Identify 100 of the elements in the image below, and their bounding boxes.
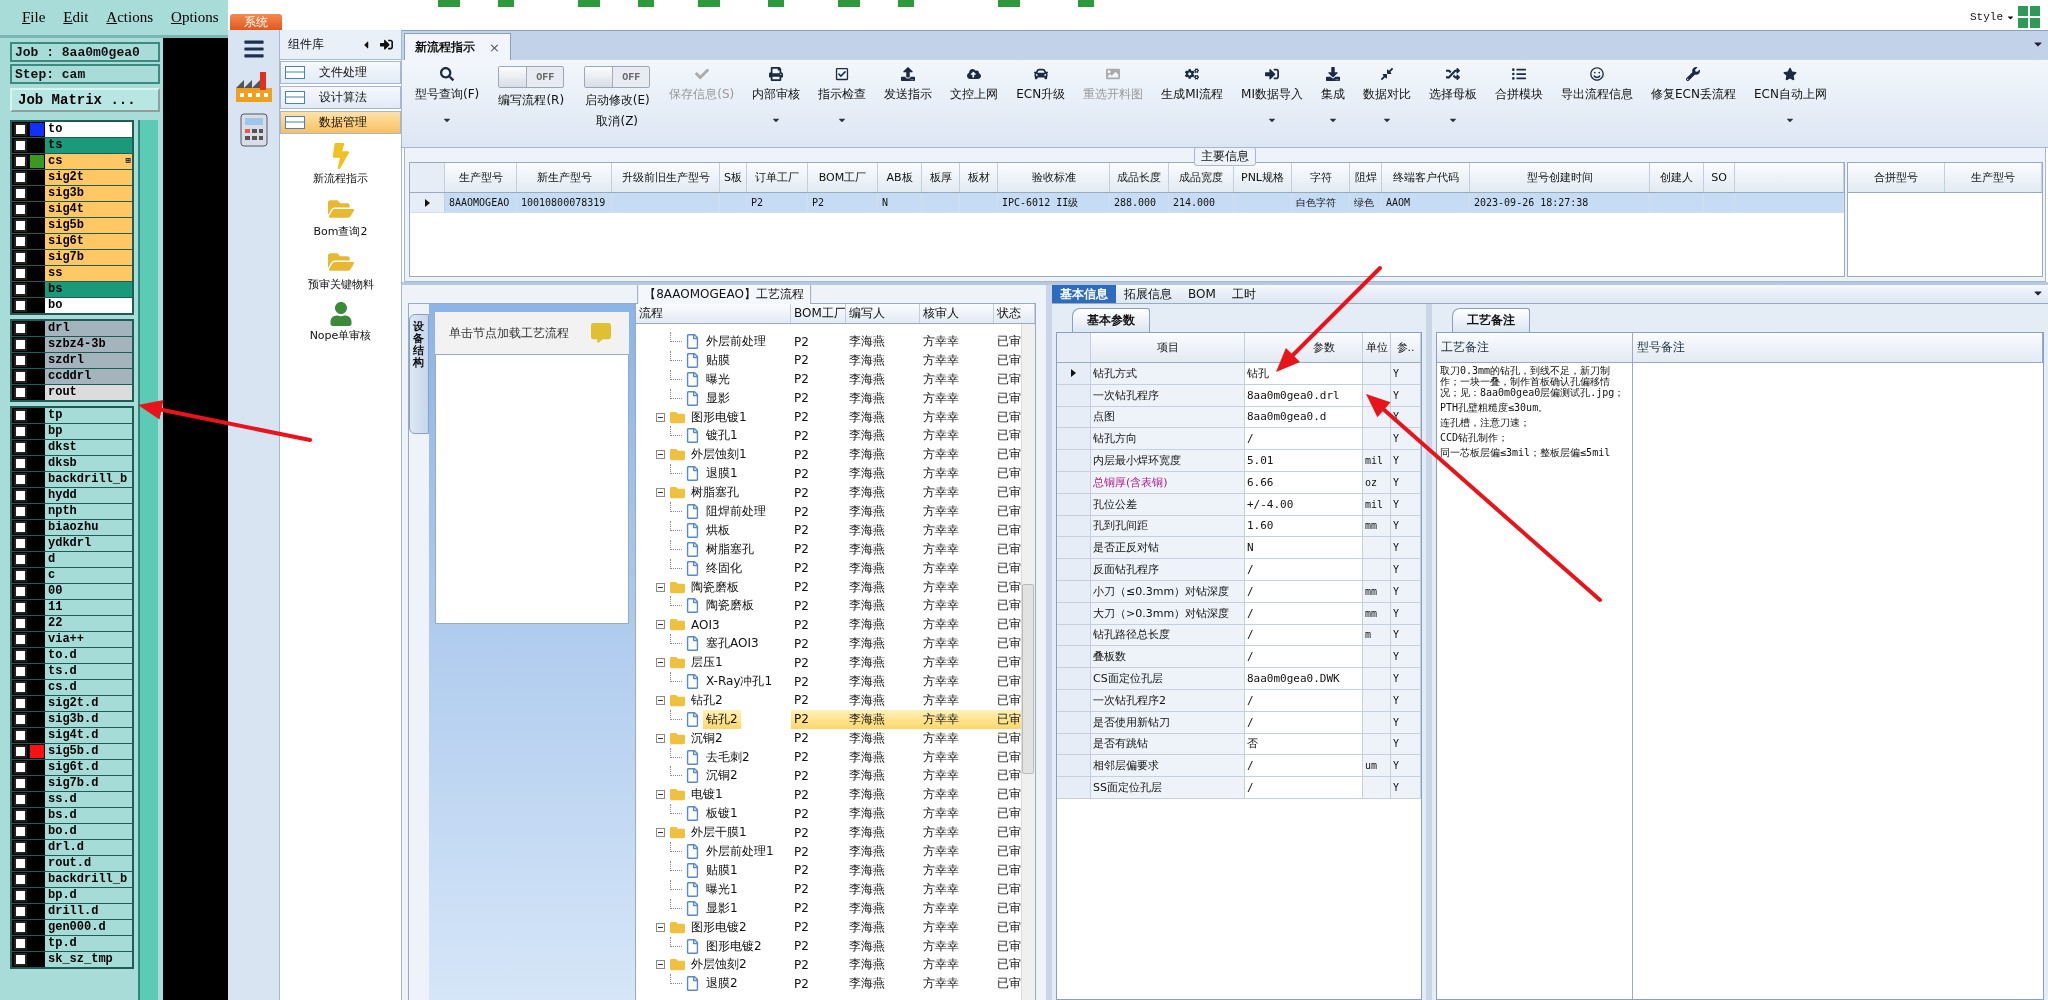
column-header[interactable]: 参.. [1391, 333, 1421, 362]
column-header[interactable]: 状态 [994, 304, 1035, 323]
layer-name[interactable]: to [45, 122, 132, 137]
menu-item[interactable]: Options [171, 9, 219, 26]
column-header[interactable]: S板 [720, 163, 747, 192]
column-header[interactable]: BOM工厂 [791, 304, 846, 323]
layer-name[interactable]: ts.d [45, 664, 132, 679]
toolbar-button[interactable]: 合拼模块 [1486, 66, 1552, 103]
tree-row[interactable]: 钻孔2 P2 李海燕 方幸幸 已审 [636, 709, 1021, 729]
layer-checkbox[interactable] [14, 825, 27, 838]
tree-row[interactable]: 外层前处理1 P2 李海燕 方幸幸 已审 [636, 842, 1021, 861]
column-header[interactable]: 型号备注 [1633, 333, 2043, 362]
tree-row[interactable]: 层压1 P2 李海燕 方幸幸 已审 [636, 653, 1021, 673]
layer-checkbox[interactable] [14, 921, 27, 934]
layer-name[interactable]: ss.d [45, 792, 132, 807]
column-header[interactable]: BOM工厂 [808, 163, 878, 192]
layer-checkbox[interactable] [14, 905, 27, 918]
layer-name[interactable]: sig3b.d [45, 712, 132, 727]
layer-name[interactable]: sig4t.d [45, 728, 132, 743]
column-header[interactable]: 型号创建时间 [1470, 163, 1650, 192]
row-header[interactable] [410, 193, 445, 212]
tree-row[interactable]: 图形电镀2 P2 李海燕 方幸幸 已审 [636, 917, 1021, 937]
layer-name[interactable]: cs ⊞ [45, 154, 132, 169]
expander-icon[interactable] [656, 488, 665, 498]
layer-name[interactable]: drl [45, 321, 132, 336]
column-header[interactable]: 生产型号 [1945, 163, 2042, 192]
row-header[interactable] [1057, 363, 1091, 384]
layer-name[interactable]: backdrill_b [45, 872, 132, 887]
layer-name[interactable]: sig6t [45, 234, 132, 249]
layer-checkbox[interactable] [14, 585, 27, 598]
layer-name[interactable]: tp.d [45, 936, 132, 951]
layer-checkbox[interactable] [14, 505, 27, 518]
layer-checkbox[interactable] [14, 617, 27, 630]
module-link[interactable]: Nope单审核 [309, 328, 372, 343]
menu-item[interactable]: Actions [106, 9, 154, 26]
layer-checkbox[interactable] [14, 841, 27, 854]
layer-checkbox[interactable] [14, 729, 27, 742]
layer-name[interactable]: cs.d [45, 680, 132, 695]
layer-name[interactable]: rout.d [45, 856, 132, 871]
style-menu[interactable]: Style [1970, 11, 2003, 23]
column-header[interactable]: 编写人 [846, 304, 920, 323]
layer-name[interactable]: ydkdrl [45, 536, 132, 551]
layer-checkbox[interactable] [14, 322, 27, 335]
document-tab[interactable]: 新流程指示 × [404, 33, 511, 60]
layer-name[interactable]: ss [45, 266, 132, 281]
table-row[interactable]: 8AAOMOGEAO 10010800078319 P2 P2 N IPC-6012 II级 288.000 214.000 白色字符 绿色 AAOM 2023-09-26 18:27:38 [410, 193, 1844, 213]
expander-icon[interactable] [656, 620, 665, 630]
layer-name[interactable]: npth [45, 504, 132, 519]
menu-item[interactable]: File [22, 9, 46, 26]
toolbar-button[interactable]: 导出流程信息 [1552, 66, 1642, 103]
layer-name[interactable]: sig4t [45, 202, 132, 217]
layer-name[interactable]: bs [45, 282, 132, 297]
layer-checkbox[interactable] [14, 857, 27, 870]
tree-row[interactable]: 图形电镀1 P2 李海燕 方幸幸 已审 [636, 407, 1021, 427]
layer-name[interactable]: sig2t.d [45, 696, 132, 711]
tree-row[interactable]: 退膜1 P2 李海燕 方幸幸 已审 [636, 464, 1021, 484]
column-header[interactable]: 核审人 [920, 304, 994, 323]
layer-checkbox[interactable] [14, 123, 27, 136]
column-header[interactable]: 板厚 [922, 163, 960, 192]
layer-checkbox[interactable] [14, 889, 27, 902]
expander-icon[interactable] [656, 790, 665, 800]
layer-checkbox[interactable] [14, 386, 27, 399]
detail-tab[interactable]: 拓展信息 [1116, 285, 1180, 303]
layer-checkbox[interactable] [14, 489, 27, 502]
scrollbar[interactable] [1021, 324, 1035, 1000]
layer-name[interactable]: to.d [45, 648, 132, 663]
layer-name[interactable]: rout [45, 385, 132, 400]
column-header[interactable]: 单位 [1363, 333, 1391, 362]
layer-checkbox[interactable] [14, 155, 27, 168]
column-header[interactable]: AB板 [878, 163, 922, 192]
layer-name[interactable]: d [45, 552, 132, 567]
pane-tab[interactable]: 工艺备注 [1452, 308, 1530, 332]
layer-checkbox[interactable] [14, 409, 27, 422]
layer-checkbox[interactable] [14, 354, 27, 367]
tree-row[interactable]: 去毛刺2 P2 李海燕 方幸幸 已审 [636, 747, 1021, 767]
layer-checkbox[interactable] [14, 521, 27, 534]
layer-name[interactable]: sig7b [45, 250, 132, 265]
layer-name[interactable]: c [45, 568, 132, 583]
tree-row[interactable]: 钻孔2 P2 李海燕 方幸幸 已审 [636, 690, 1021, 710]
category-item[interactable]: 数据管理 [280, 111, 401, 134]
category-item[interactable]: 文件处理 [280, 61, 401, 84]
tree-row[interactable]: 陶瓷磨板 P2 李海燕 方幸幸 已审 [636, 596, 1021, 616]
layer-name[interactable]: sig7b.d [45, 776, 132, 791]
column-header[interactable]: 工艺备注 [1437, 333, 1633, 362]
layer-name[interactable]: szbz4-3b [45, 337, 132, 352]
toolbar-button[interactable]: ECN自动上网 [1744, 66, 1836, 125]
column-header[interactable]: 项目 [1091, 333, 1245, 362]
toolbar-button[interactable]: 发送指示 [875, 66, 942, 103]
close-icon[interactable]: × [489, 39, 500, 55]
layer-checkbox[interactable] [14, 873, 27, 886]
tree-row[interactable]: 陶瓷磨板 P2 李海燕 方幸幸 已审 [636, 577, 1021, 597]
dock-icon[interactable] [380, 38, 393, 51]
expander-icon[interactable] [656, 960, 665, 970]
tree-row[interactable]: 电镀1 P2 李海燕 方幸幸 已审 [636, 785, 1021, 805]
layer-checkbox[interactable] [14, 809, 27, 822]
layer-name[interactable]: 22 [45, 616, 132, 631]
tree-row[interactable]: 塞孔AOI3 P2 李海燕 方幸幸 已审 [636, 634, 1021, 654]
layer-checkbox[interactable] [14, 473, 27, 486]
tree-row[interactable]: 树脂塞孔 P2 李海燕 方幸幸 已审 [636, 483, 1021, 502]
expander-icon[interactable] [656, 412, 665, 422]
